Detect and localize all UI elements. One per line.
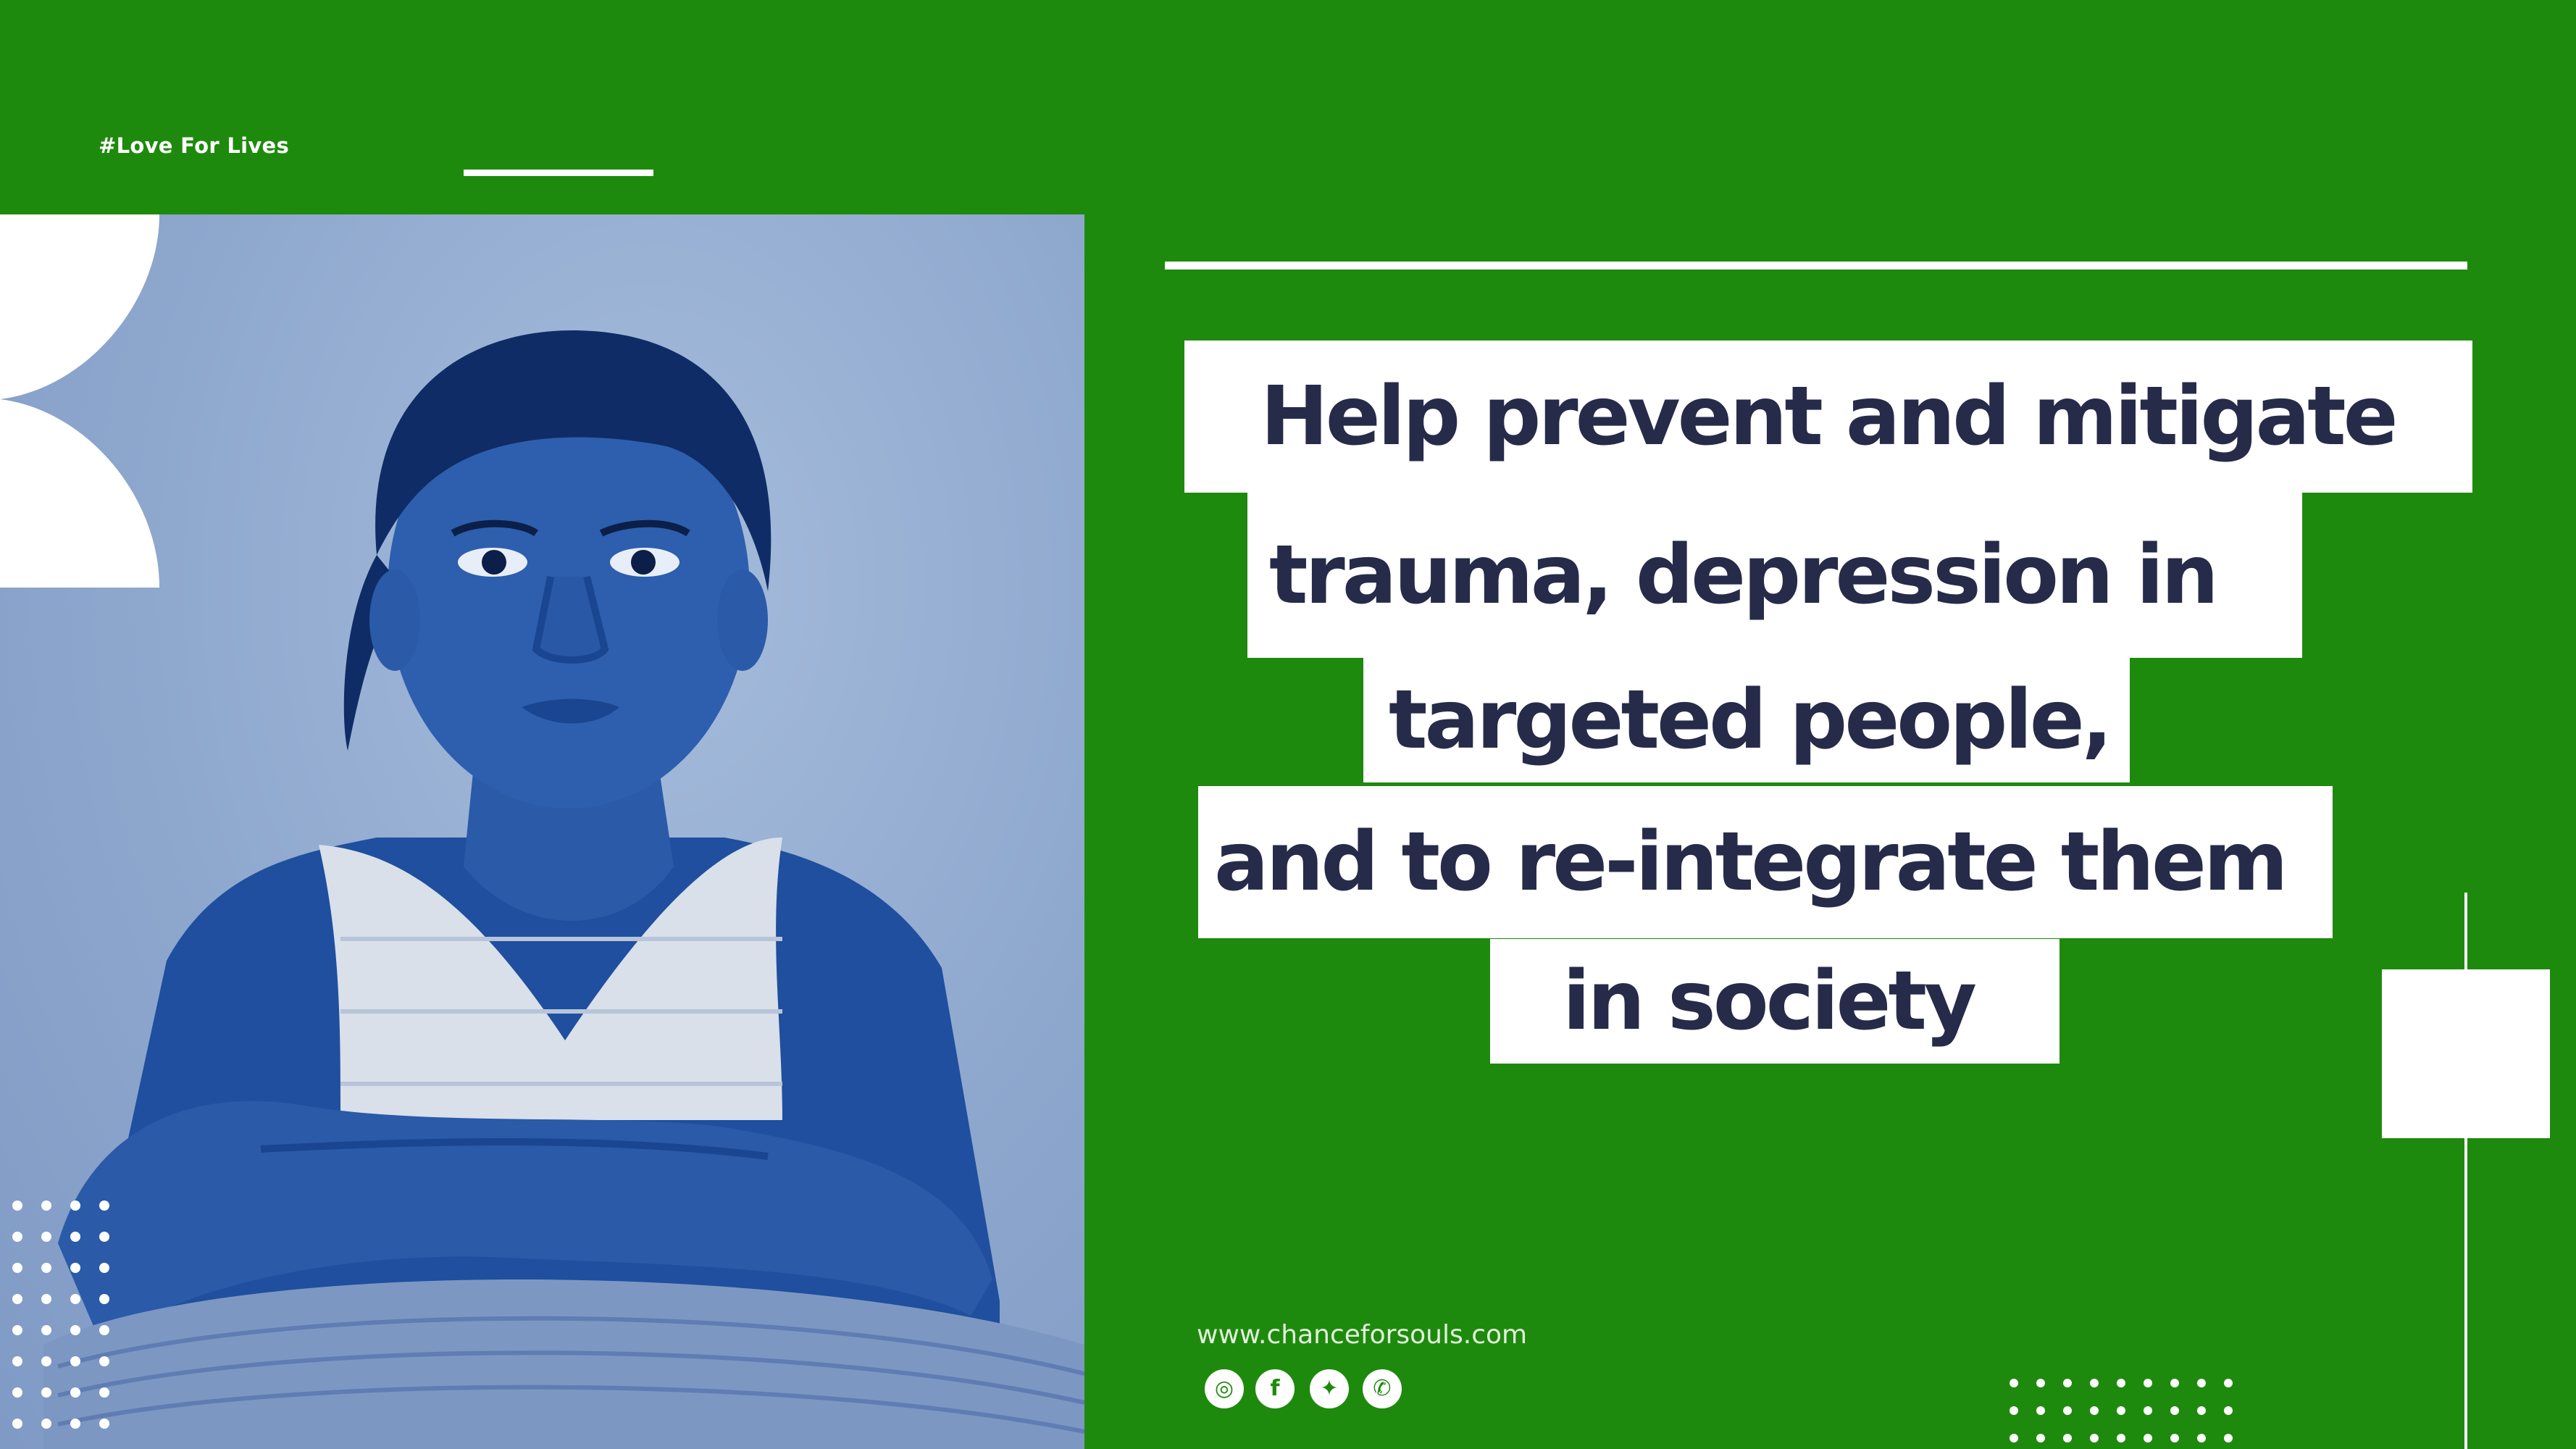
decor-dot (12, 1232, 22, 1242)
headline-line-1: Help prevent and mitigate (1184, 341, 2472, 493)
decor-dot (70, 1263, 80, 1273)
decor-dot (2010, 1406, 2018, 1415)
decor-dot (12, 1200, 22, 1211)
dot-grid-left (12, 1200, 109, 1429)
short-divider-line (464, 170, 653, 176)
decor-dot (70, 1387, 80, 1398)
decor-dot (70, 1200, 80, 1211)
decor-dot (12, 1356, 22, 1366)
decor-dot (2036, 1406, 2045, 1415)
headline-line-5: in society (1490, 939, 2059, 1064)
decor-dot (2090, 1406, 2099, 1415)
headline-line-2: trauma, depression in (1247, 493, 2302, 658)
decor-dot (12, 1263, 22, 1273)
decor-dot (99, 1325, 109, 1335)
decor-dot (2117, 1434, 2125, 1442)
decor-dot (2063, 1379, 2072, 1387)
decorative-half-circles (0, 214, 159, 588)
decor-dot (99, 1356, 109, 1366)
decor-dot (2197, 1379, 2206, 1387)
dot-grid-bottom-right (2010, 1379, 2233, 1442)
decor-dot (41, 1387, 51, 1398)
decor-dot (2090, 1434, 2099, 1442)
decor-dot (99, 1387, 109, 1398)
decor-dot (2144, 1379, 2152, 1387)
white-square-accent (2382, 969, 2550, 1138)
decor-dot (2010, 1434, 2018, 1442)
long-divider-line (1165, 262, 2467, 270)
poster: #Love For Lives Help prevent and mitigat… (0, 0, 2576, 1449)
facebook-icon[interactable]: f (1255, 1369, 1295, 1408)
decor-dot (12, 1419, 22, 1429)
decor-dot (12, 1387, 22, 1398)
instagram-icon[interactable]: ◎ (1205, 1369, 1244, 1408)
decor-dot (2117, 1406, 2125, 1415)
decor-dot (2224, 1406, 2233, 1415)
decor-dot (2224, 1379, 2233, 1387)
decor-dot (70, 1325, 80, 1335)
headline-line-3: targeted people, (1363, 658, 2130, 782)
headline-line-4: and to re-integrate them (1198, 786, 2333, 938)
decor-dot (41, 1200, 51, 1211)
decor-dot (70, 1232, 80, 1242)
decor-dot (41, 1263, 51, 1273)
website-url[interactable]: www.chanceforsouls.com (1197, 1320, 1527, 1350)
decor-dot (12, 1294, 22, 1304)
decor-dot (2010, 1379, 2018, 1387)
decor-dot (2170, 1406, 2179, 1415)
decor-dot (41, 1294, 51, 1304)
decor-dot (99, 1232, 109, 1242)
whatsapp-icon[interactable]: ✆ (1363, 1369, 1402, 1408)
decor-dot (2036, 1434, 2045, 1442)
decor-dot (41, 1232, 51, 1242)
decor-dot (2197, 1434, 2206, 1442)
decor-dot (2036, 1379, 2045, 1387)
decor-dot (99, 1263, 109, 1273)
decor-dot (2144, 1434, 2152, 1442)
decor-dot (2144, 1406, 2152, 1415)
tagline: #Love For Lives (99, 133, 290, 158)
decor-dot (99, 1200, 109, 1211)
decor-dot (2170, 1379, 2179, 1387)
decor-dot (70, 1356, 80, 1366)
decor-dot (2090, 1379, 2099, 1387)
decor-dot (12, 1325, 22, 1335)
decor-dot (41, 1356, 51, 1366)
decor-dot (2063, 1434, 2072, 1442)
decor-dot (2063, 1406, 2072, 1415)
twitter-icon[interactable]: ✦ (1310, 1369, 1349, 1408)
decor-dot (99, 1419, 109, 1429)
decor-dot (70, 1294, 80, 1304)
decor-dot (99, 1294, 109, 1304)
decor-dot (2224, 1434, 2233, 1442)
decor-dot (2117, 1379, 2125, 1387)
decor-dot (2197, 1406, 2206, 1415)
decor-dot (70, 1419, 80, 1429)
decor-dot (41, 1419, 51, 1429)
decor-dot (2170, 1434, 2179, 1442)
decor-dot (41, 1325, 51, 1335)
